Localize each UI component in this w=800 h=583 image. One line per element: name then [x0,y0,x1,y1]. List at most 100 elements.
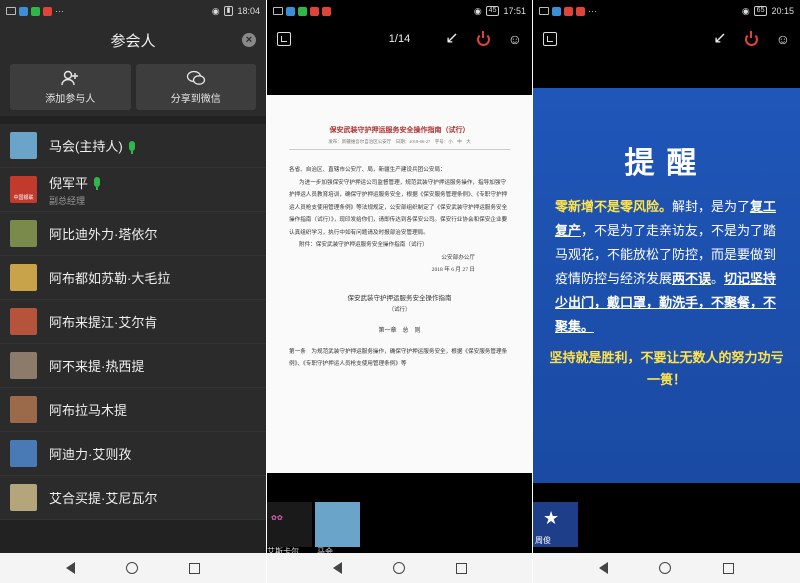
recent-apps-icon[interactable] [723,562,735,574]
doc-paragraph: 附件：保安武装守护押运服务安全操作指南（试行） [299,242,428,248]
home-icon[interactable] [125,562,138,574]
phone-poster-share: ··· ◉ 65 20:15 ↙ ☺ 提醒 零新增不是零风险。解封，是为了复工复产，… [533,0,800,583]
participant-row[interactable]: 中国银联 倪军平副总经理 [0,168,266,212]
phone-document-share: ◉ 45 17:51 1/14 ↙ ☺ 保安武装守护押运服务安全操作指南（试行） 发… [267,0,532,583]
participant-info: 马会(主持人) [49,136,135,155]
minimize-icon[interactable] [277,32,291,46]
status-time: 18:04 [237,6,260,16]
doc-body: 各省、自治区、直辖市公安厅、局，新疆生产建设兵团公安局： 为进一步加强保安守护押… [289,164,510,252]
eye-icon: ◉ [741,5,750,16]
participant-info: 阿布都如苏勒·大毛拉 [49,268,170,287]
doc-meta: 发布：新疆维吾尔自治区公安厅 日期：2018-06-27 字号：小 中 大 [289,139,510,150]
home-icon[interactable] [659,562,672,574]
back-icon[interactable] [332,562,342,574]
avatar [10,264,37,291]
end-meeting-icon[interactable] [744,30,758,46]
system-nav-bar [0,553,266,583]
poster-text-segment: 两不误 [672,272,712,287]
close-icon[interactable]: × [242,33,256,47]
participant-name: 阿不来提·热西提 [49,359,145,374]
participant-info: 阿迪力·艾则孜 [49,444,131,463]
status-bar: ··· ◉ ▮ 18:04 [0,0,266,22]
participant-info: 倪军平 副总经理 [49,173,101,207]
signal-icon [539,7,549,15]
phone-participants: ··· ◉▮18:04 参会人 × 添加参与人 分享到微信 已在会议中 52 马… [0,0,266,583]
app-notification-icon [43,6,52,16]
minimize-icon[interactable] [543,32,557,46]
collapse-arrow-icon[interactable]: ↙ [713,31,726,47]
avatar [10,440,37,467]
status-bar: ◉ 45 17:51 [267,0,532,22]
recent-apps-icon[interactable] [455,562,467,574]
participant-row[interactable]: 马会(主持人) [0,124,266,168]
battery-level: 45 [485,6,500,16]
avatar [10,308,37,335]
participant-row[interactable]: 阿布拉马木提 [0,388,266,432]
screenshot-collage: ··· ◉▮18:04 参会人 × 添加参与人 分享到微信 已在会议中 52 马… [0,0,800,583]
action-buttons: 添加参与人 分享到微信 [0,58,266,116]
participant-row[interactable]: 阿迪力·艾则孜 [0,432,266,476]
share-wechat-button[interactable]: 分享到微信 [135,64,256,110]
recent-apps-icon[interactable] [189,562,201,574]
participant-info: 阿布来提江·艾尔肯 [49,312,157,331]
poster-text-segment: 零新增不是零风险。 [555,200,673,215]
participant-name: 阿迪力·艾则孜 [49,447,132,462]
participant-row[interactable]: 阿不来提·热西提 [0,344,266,388]
doc-article: 第一条 为规范武装守护押运服务操作，确保守护押运服务安全，根据《保安服务管理条例… [289,348,508,368]
add-person-icon [61,70,79,85]
participant-name: 马会(主持人) [49,139,123,154]
app-notification-icon [19,6,28,16]
poster-text-segment: 。 [711,272,725,287]
end-meeting-icon[interactable] [476,30,490,46]
status-time: 20:15 [771,6,794,16]
app-notification-icon [286,6,295,16]
signal-icon [273,7,283,15]
video-thumbnail[interactable]: ✿✿ 艾斯卡尔... [267,502,312,556]
add-participant-label: 添加参与人 [45,93,96,105]
poster-footer: 坚持就是胜利，不要让无数人的努力功亏一篑！ [549,351,784,388]
participant-row[interactable]: 阿布都如苏勒·大毛拉 [0,256,266,300]
doc-chapter-heading: 第一章 总 则 [378,327,421,334]
wechat-icon [186,70,205,85]
participant-name-line: 阿布拉马木提 [49,400,127,419]
shared-document: 保安武装守护押运服务安全操作指南（试行） 发布：新疆维吾尔自治区公安厅 日期：2… [267,95,532,473]
poster-text-segment: 解封，是为了 [672,200,751,215]
back-icon[interactable] [65,562,75,574]
wechat-icon [31,6,40,16]
participant-row[interactable]: 阿布来提江·艾尔肯 [0,300,266,344]
participants-icon[interactable]: ☺ [508,31,522,47]
doc-signature: 公安部办公厅 2018 年 6 月 27 日 [289,252,510,276]
signal-icon [6,7,16,15]
poster-body: 零新增不是零风险。解封，是为了复工复产，不是为了走亲访友，不是为了踏马观花，不能… [545,196,788,340]
poster-title: 提醒 [624,146,709,181]
participants-icon[interactable]: ☺ [776,31,790,47]
participant-name: 阿布来提江·艾尔肯 [49,315,158,330]
app-notification-icon [552,6,561,16]
home-icon[interactable] [392,562,405,574]
participant-name-line: 倪军平 [49,173,101,192]
participant-row[interactable]: 阿比迪外力·塔依尔 [0,212,266,256]
app-notification-icon [564,6,573,16]
eye-icon: ◉ [211,5,220,16]
video-thumbnail[interactable]: 马会 [315,502,360,556]
avatar-logo-text: 中国银联 [13,195,34,201]
collapse-arrow-icon[interactable]: ↙ [445,31,458,47]
video-thumbnails: ✿✿ 艾斯卡尔... 马会 [267,502,360,556]
participant-name-line: 阿迪力·艾则孜 [49,444,131,463]
page-indicator: 1/14 [388,33,411,45]
video-thumbnail[interactable]: ★ 周俊 [533,502,578,547]
back-icon[interactable] [598,562,608,574]
wechat-icon [298,6,307,16]
participant-name: 阿比迪外力·塔依尔 [49,227,158,242]
add-participant-button[interactable]: 添加参与人 [10,64,131,110]
doc-subheading: （试行） [388,306,411,313]
meeting-toolbar: ↙ ☺ [533,22,800,56]
status-bar: ··· ◉ 65 20:15 [533,0,800,22]
more-notifications-icon: ··· [588,6,597,16]
participant-name: 阿布都如苏勒·大毛拉 [49,271,171,286]
participant-name-line: 阿布都如苏勒·大毛拉 [49,268,170,287]
sheet-title: 参会人 [110,32,156,50]
participant-row[interactable]: 艾合买提·艾尼瓦尔 [0,476,266,520]
participant-title: 副总经理 [49,195,86,206]
participant-name-line: 艾合买提·艾尼瓦尔 [49,488,157,507]
